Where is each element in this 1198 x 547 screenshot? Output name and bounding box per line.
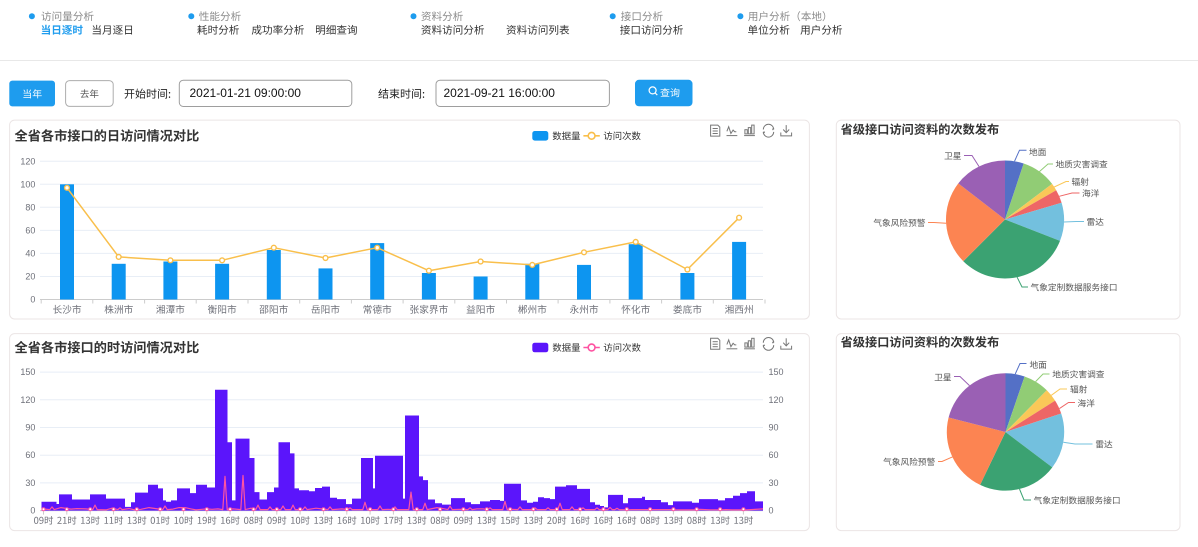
svg-text:90: 90	[769, 423, 779, 433]
svg-text:0: 0	[30, 506, 35, 516]
svg-text:150: 150	[769, 367, 784, 377]
svg-text:60: 60	[25, 225, 35, 235]
svg-text:120: 120	[20, 156, 35, 166]
svg-text:40: 40	[25, 248, 35, 258]
svg-text:150: 150	[20, 367, 35, 377]
svg-text:90: 90	[25, 423, 35, 433]
svg-text:120: 120	[769, 395, 784, 405]
svg-text:2021-01-21 09:00:00: 2021-01-21 09:00:00	[190, 86, 302, 100]
svg-text:60: 60	[25, 450, 35, 460]
svg-text:100: 100	[20, 179, 35, 189]
svg-text:120: 120	[20, 395, 35, 405]
svg-text:30: 30	[25, 478, 35, 488]
svg-text:0: 0	[769, 506, 774, 516]
svg-text:80: 80	[25, 202, 35, 212]
svg-text:60: 60	[769, 450, 779, 460]
svg-text:20: 20	[25, 272, 35, 282]
svg-text:0: 0	[30, 295, 35, 305]
svg-text:2021-09-21 16:00:00: 2021-09-21 16:00:00	[444, 86, 556, 100]
svg-text:30: 30	[769, 478, 779, 488]
